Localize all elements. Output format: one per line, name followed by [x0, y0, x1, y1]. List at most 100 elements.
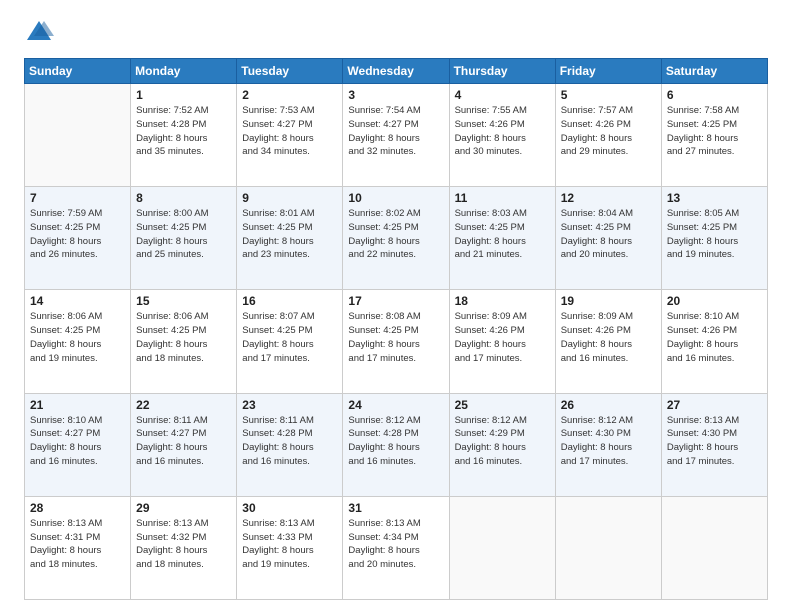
- day-cell: 26 Sunrise: 8:12 AMSunset: 4:30 PMDayligh…: [555, 393, 661, 496]
- day-info: Sunrise: 7:52 AMSunset: 4:28 PMDaylight:…: [136, 104, 231, 159]
- day-number: 1: [136, 88, 231, 102]
- day-number: 9: [242, 191, 337, 205]
- day-number: 18: [455, 294, 550, 308]
- calendar-table: SundayMondayTuesdayWednesdayThursdayFrid…: [24, 58, 768, 600]
- day-number: 26: [561, 398, 656, 412]
- day-cell: 21 Sunrise: 8:10 AMSunset: 4:27 PMDayligh…: [25, 393, 131, 496]
- day-cell: 15Sunrise: 8:06 AMSunset: 4:25 PMDayligh…: [131, 290, 237, 393]
- day-info: Sunrise: 8:13 AMSunset: 4:34 PMDaylight:…: [348, 517, 443, 572]
- day-info: Sunrise: 8:11 AMSunset: 4:27 PMDaylight:…: [136, 414, 231, 469]
- day-cell: 7 Sunrise: 7:59 AMSunset: 4:25 PMDaylight…: [25, 187, 131, 290]
- day-cell: 24Sunrise: 8:12 AMSunset: 4:28 PMDayligh…: [343, 393, 449, 496]
- day-number: 12: [561, 191, 656, 205]
- week-row-4: 21 Sunrise: 8:10 AMSunset: 4:27 PMDayligh…: [25, 393, 768, 496]
- logo: [24, 18, 58, 48]
- day-info: Sunrise: 8:13 AMSunset: 4:32 PMDaylight:…: [136, 517, 231, 572]
- day-info: Sunrise: 8:00 AMSunset: 4:25 PMDaylight:…: [136, 207, 231, 262]
- header-row: SundayMondayTuesdayWednesdayThursdayFrid…: [25, 59, 768, 84]
- day-number: 5: [561, 88, 656, 102]
- day-info: Sunrise: 8:12 AMSunset: 4:30 PMDaylight:…: [561, 414, 656, 469]
- week-row-3: 14 Sunrise: 8:06 AMSunset: 4:25 PMDayligh…: [25, 290, 768, 393]
- header-day-thursday: Thursday: [449, 59, 555, 84]
- day-cell: 31Sunrise: 8:13 AMSunset: 4:34 PMDayligh…: [343, 496, 449, 599]
- day-cell: 14 Sunrise: 8:06 AMSunset: 4:25 PMDayligh…: [25, 290, 131, 393]
- day-cell: 29 Sunrise: 8:13 AMSunset: 4:32 PMDayligh…: [131, 496, 237, 599]
- day-info: Sunrise: 8:05 AMSunset: 4:25 PMDaylight:…: [667, 207, 762, 262]
- day-cell: [661, 496, 767, 599]
- header-day-wednesday: Wednesday: [343, 59, 449, 84]
- day-number: 22: [136, 398, 231, 412]
- day-info: Sunrise: 8:13 AMSunset: 4:33 PMDaylight:…: [242, 517, 337, 572]
- day-info: Sunrise: 8:06 AMSunset: 4:25 PMDaylight:…: [30, 310, 125, 365]
- day-info: Sunrise: 8:13 AMSunset: 4:31 PMDaylight:…: [30, 517, 125, 572]
- day-info: Sunrise: 7:58 AMSunset: 4:25 PMDaylight:…: [667, 104, 762, 159]
- calendar-body: 1 Sunrise: 7:52 AMSunset: 4:28 PMDaylight…: [25, 84, 768, 600]
- day-number: 13: [667, 191, 762, 205]
- day-cell: 22 Sunrise: 8:11 AMSunset: 4:27 PMDayligh…: [131, 393, 237, 496]
- day-number: 19: [561, 294, 656, 308]
- day-cell: 1 Sunrise: 7:52 AMSunset: 4:28 PMDaylight…: [131, 84, 237, 187]
- day-number: 3: [348, 88, 443, 102]
- header-day-saturday: Saturday: [661, 59, 767, 84]
- day-number: 20: [667, 294, 762, 308]
- week-row-5: 28 Sunrise: 8:13 AMSunset: 4:31 PMDayligh…: [25, 496, 768, 599]
- day-number: 15: [136, 294, 231, 308]
- day-info: Sunrise: 8:07 AMSunset: 4:25 PMDaylight:…: [242, 310, 337, 365]
- day-info: Sunrise: 8:03 AMSunset: 4:25 PMDaylight:…: [455, 207, 550, 262]
- day-number: 7: [30, 191, 125, 205]
- day-number: 25: [455, 398, 550, 412]
- header-day-tuesday: Tuesday: [237, 59, 343, 84]
- day-cell: [25, 84, 131, 187]
- day-info: Sunrise: 7:59 AMSunset: 4:25 PMDaylight:…: [30, 207, 125, 262]
- day-number: 28: [30, 501, 125, 515]
- day-cell: 11 Sunrise: 8:03 AMSunset: 4:25 PMDayligh…: [449, 187, 555, 290]
- calendar-header: SundayMondayTuesdayWednesdayThursdayFrid…: [25, 59, 768, 84]
- day-cell: 9 Sunrise: 8:01 AMSunset: 4:25 PMDaylight…: [237, 187, 343, 290]
- day-info: Sunrise: 8:11 AMSunset: 4:28 PMDaylight:…: [242, 414, 337, 469]
- day-number: 30: [242, 501, 337, 515]
- header: [24, 18, 768, 48]
- day-cell: 8 Sunrise: 8:00 AMSunset: 4:25 PMDaylight…: [131, 187, 237, 290]
- day-info: Sunrise: 8:10 AMSunset: 4:26 PMDaylight:…: [667, 310, 762, 365]
- day-info: Sunrise: 7:57 AMSunset: 4:26 PMDaylight:…: [561, 104, 656, 159]
- day-info: Sunrise: 8:12 AMSunset: 4:29 PMDaylight:…: [455, 414, 550, 469]
- day-cell: 19Sunrise: 8:09 AMSunset: 4:26 PMDayligh…: [555, 290, 661, 393]
- logo-icon: [24, 18, 54, 48]
- day-cell: 2Sunrise: 7:53 AMSunset: 4:27 PMDaylight…: [237, 84, 343, 187]
- header-day-monday: Monday: [131, 59, 237, 84]
- day-info: Sunrise: 8:10 AMSunset: 4:27 PMDaylight:…: [30, 414, 125, 469]
- day-info: Sunrise: 8:08 AMSunset: 4:25 PMDaylight:…: [348, 310, 443, 365]
- day-info: Sunrise: 8:13 AMSunset: 4:30 PMDaylight:…: [667, 414, 762, 469]
- day-number: 4: [455, 88, 550, 102]
- day-info: Sunrise: 8:04 AMSunset: 4:25 PMDaylight:…: [561, 207, 656, 262]
- day-cell: 25 Sunrise: 8:12 AMSunset: 4:29 PMDayligh…: [449, 393, 555, 496]
- day-cell: 17Sunrise: 8:08 AMSunset: 4:25 PMDayligh…: [343, 290, 449, 393]
- day-cell: [555, 496, 661, 599]
- day-info: Sunrise: 8:12 AMSunset: 4:28 PMDaylight:…: [348, 414, 443, 469]
- day-info: Sunrise: 7:55 AMSunset: 4:26 PMDaylight:…: [455, 104, 550, 159]
- day-info: Sunrise: 7:53 AMSunset: 4:27 PMDaylight:…: [242, 104, 337, 159]
- day-cell: 28 Sunrise: 8:13 AMSunset: 4:31 PMDayligh…: [25, 496, 131, 599]
- day-number: 14: [30, 294, 125, 308]
- day-number: 16: [242, 294, 337, 308]
- day-number: 8: [136, 191, 231, 205]
- day-number: 6: [667, 88, 762, 102]
- day-number: 10: [348, 191, 443, 205]
- day-cell: 20 Sunrise: 8:10 AMSunset: 4:26 PMDayligh…: [661, 290, 767, 393]
- day-number: 29: [136, 501, 231, 515]
- day-cell: 5 Sunrise: 7:57 AMSunset: 4:26 PMDaylight…: [555, 84, 661, 187]
- day-info: Sunrise: 8:01 AMSunset: 4:25 PMDaylight:…: [242, 207, 337, 262]
- day-number: 21: [30, 398, 125, 412]
- day-cell: 3 Sunrise: 7:54 AMSunset: 4:27 PMDaylight…: [343, 84, 449, 187]
- week-row-2: 7 Sunrise: 7:59 AMSunset: 4:25 PMDaylight…: [25, 187, 768, 290]
- day-cell: 18 Sunrise: 8:09 AMSunset: 4:26 PMDayligh…: [449, 290, 555, 393]
- day-info: Sunrise: 8:02 AMSunset: 4:25 PMDaylight:…: [348, 207, 443, 262]
- day-number: 11: [455, 191, 550, 205]
- day-cell: 4 Sunrise: 7:55 AMSunset: 4:26 PMDaylight…: [449, 84, 555, 187]
- day-info: Sunrise: 8:09 AMSunset: 4:26 PMDaylight:…: [455, 310, 550, 365]
- header-day-friday: Friday: [555, 59, 661, 84]
- day-cell: 12 Sunrise: 8:04 AMSunset: 4:25 PMDayligh…: [555, 187, 661, 290]
- day-cell: 10 Sunrise: 8:02 AMSunset: 4:25 PMDayligh…: [343, 187, 449, 290]
- week-row-1: 1 Sunrise: 7:52 AMSunset: 4:28 PMDaylight…: [25, 84, 768, 187]
- day-info: Sunrise: 7:54 AMSunset: 4:27 PMDaylight:…: [348, 104, 443, 159]
